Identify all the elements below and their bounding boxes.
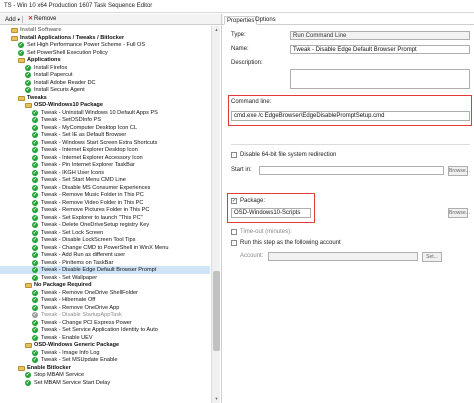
separator <box>231 144 470 145</box>
pane-divider[interactable] <box>221 14 222 403</box>
step-check-icon <box>18 42 24 48</box>
account-set-button: Set... <box>422 252 442 262</box>
package-browse-button[interactable]: Browse... <box>448 208 470 218</box>
add-label: Add <box>5 17 16 23</box>
step-check-icon <box>32 177 38 183</box>
step-check-icon <box>32 304 38 311</box>
window-title: TS - Win 10 x64 Production 1607 Task Seq… <box>4 3 153 9</box>
step-check-icon <box>32 139 38 146</box>
folder-icon <box>25 343 32 348</box>
step-check-icon <box>32 274 38 281</box>
step-check-icon <box>32 357 38 363</box>
step-check-icon <box>32 334 38 341</box>
chevron-down-icon: ▼ <box>16 17 21 22</box>
tree-scrollbar[interactable]: ▲ ▼ <box>211 26 220 403</box>
task-sequence-tree[interactable]: Install Software Install Applications / T… <box>0 26 220 403</box>
scroll-up-icon[interactable]: ▲ <box>212 26 221 34</box>
remove-label: Remove <box>34 16 57 22</box>
add-button[interactable]: Add▼ <box>3 15 23 24</box>
step-check-icon <box>32 124 38 131</box>
name-field[interactable]: Tweak - Disable Edge Default Browser Pro… <box>290 45 470 54</box>
step-check-icon <box>32 252 38 258</box>
toolbar-separator <box>22 16 23 23</box>
tab-bar: Properties Options <box>223 14 474 25</box>
step-check-icon <box>32 117 38 123</box>
folder-icon <box>11 28 18 33</box>
step-check-icon <box>32 319 38 326</box>
step-check-icon <box>32 244 38 251</box>
title-bar: TS - Win 10 x64 Production 1607 Task Seq… <box>0 0 474 13</box>
timeout-checkbox[interactable] <box>231 229 237 235</box>
start-in-field[interactable] <box>259 166 444 175</box>
scroll-thumb[interactable] <box>213 271 220 351</box>
step-check-icon <box>32 229 38 236</box>
start-in-browse-button[interactable]: Browse... <box>448 166 470 176</box>
step-check-icon <box>32 184 38 191</box>
package-highlight <box>227 193 315 223</box>
step-check-icon <box>32 109 38 116</box>
run-as-label: Run this step as the following account <box>240 240 341 246</box>
step-check-icon <box>32 214 38 221</box>
step-check-icon <box>32 327 38 333</box>
step-check-icon <box>32 349 38 356</box>
properties-pane: Properties Options Type: Run Command Lin… <box>223 14 474 403</box>
folder-icon <box>18 365 25 371</box>
step-check-icon <box>32 289 38 296</box>
type-label: Type: <box>231 32 246 38</box>
step-check-icon <box>32 207 38 213</box>
folder-icon <box>18 58 25 63</box>
disable-64bit-label: Disable 64-bit file system redirection <box>240 152 337 158</box>
step-check-icon <box>25 64 31 71</box>
step-check-icon <box>32 259 38 266</box>
step-check-icon <box>32 222 38 228</box>
description-field[interactable] <box>290 69 470 89</box>
run-as-checkbox[interactable] <box>231 240 237 246</box>
step-check-icon <box>32 237 38 243</box>
folder-icon <box>11 35 18 41</box>
step-check-icon <box>32 267 38 273</box>
name-label: Name: <box>231 46 249 52</box>
step-check-icon <box>25 72 31 78</box>
type-field: Run Command Line <box>290 31 470 40</box>
step-check-icon <box>25 79 31 86</box>
step-check-icon <box>25 87 31 93</box>
start-in-label: Start in: <box>231 167 252 173</box>
folder-icon <box>18 95 25 101</box>
scroll-down-icon[interactable]: ▼ <box>212 395 221 403</box>
step-check-icon <box>32 162 38 168</box>
step-check-icon <box>25 379 31 386</box>
tree-item-label: Set MBAM Service Start Delay <box>34 379 111 386</box>
remove-icon: ✕ <box>28 16 34 22</box>
remove-button[interactable]: ✕Remove <box>26 15 58 24</box>
command-line-highlight <box>228 95 472 126</box>
timeout-label: Time-out (minutes): <box>240 229 292 235</box>
folder-icon <box>25 103 32 108</box>
folder-icon <box>25 283 32 288</box>
step-check-icon <box>32 154 38 161</box>
step-check-icon <box>32 192 38 198</box>
disabled-step-icon <box>32 312 38 318</box>
step-check-icon <box>32 297 38 303</box>
step-check-icon <box>25 372 31 378</box>
step-check-icon <box>32 132 38 138</box>
tree-step[interactable]: Set MBAM Service Start Delay <box>0 379 210 387</box>
step-check-icon <box>32 169 38 176</box>
account-field <box>268 252 418 261</box>
disable-64bit-checkbox[interactable] <box>231 152 237 158</box>
description-label: Description: <box>231 60 263 66</box>
account-label: Account: <box>240 253 264 259</box>
tab-options[interactable]: Options <box>253 16 278 25</box>
step-check-icon <box>18 49 24 56</box>
step-check-icon <box>32 199 38 206</box>
step-check-icon <box>32 147 38 153</box>
